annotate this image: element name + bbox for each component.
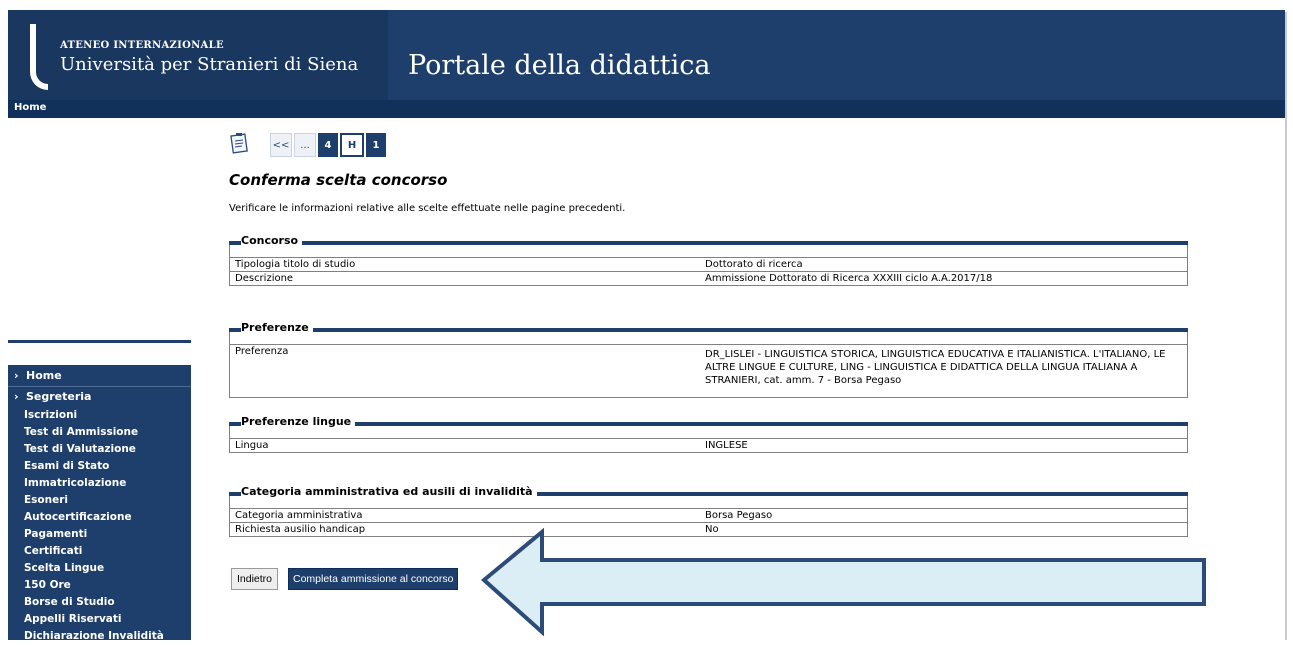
sidebar-item-test-valutazione[interactable]: Test di Valutazione — [8, 441, 191, 458]
checklist-icon — [230, 133, 248, 154]
table-spacer — [230, 496, 1187, 509]
table-row: Tipologia titolo di studio Dottorato di … — [230, 258, 1187, 272]
sidebar-login-area — [8, 343, 191, 366]
sidebar-item-home[interactable]: Home — [8, 366, 191, 387]
sidebar-item-pagamenti[interactable]: Pagamenti — [8, 526, 191, 543]
sidebar-section-segreteria[interactable]: Segreteria — [8, 387, 191, 407]
sidebar-item-esami-stato[interactable]: Esami di Stato — [8, 458, 191, 475]
lingue-table: Lingua INGLESE — [229, 426, 1188, 453]
page-title: Conferma scelta concorso — [229, 171, 448, 189]
sidebar-item-dichiarazione-invalidita[interactable]: Dichiarazione Invalidità — [8, 628, 191, 645]
ateneo-label: ATENEO INTERNAZIONALE — [60, 40, 224, 51]
sidebar-item-iscrizioni[interactable]: Iscrizioni — [8, 407, 191, 424]
portal-title: Portale della didattica — [408, 50, 711, 81]
wizard-step-4[interactable]: 4 — [318, 133, 338, 157]
sidebar-menu: Home Segreteria Iscrizioni Test di Ammis… — [8, 366, 191, 642]
wizard-step-h: H — [340, 133, 364, 157]
sidebar-item-borse-studio[interactable]: Borse di Studio — [8, 594, 191, 611]
university-name[interactable]: Università per Stranieri di Siena — [60, 54, 358, 75]
back-button[interactable]: Indietro — [231, 568, 279, 590]
page-intro: Verificare le informazioni relative alle… — [229, 203, 626, 214]
row-label: Tipologia titolo di studio — [235, 259, 356, 270]
breadcrumb-home-link[interactable]: Home — [14, 102, 46, 113]
row-label: Categoria amministrativa — [235, 510, 363, 521]
sidebar-item-150-ore[interactable]: 150 Ore — [8, 577, 191, 594]
top-margin — [0, 0, 1293, 10]
university-logo-icon — [30, 24, 48, 90]
breadcrumb-bar: Home — [8, 100, 1285, 118]
header-diagonal — [358, 10, 388, 100]
table-row: Categoria amministrativa Borsa Pegaso — [230, 509, 1187, 523]
table-row: Preferenza DR_LISLEI - LINGUISTICA STORI… — [230, 345, 1187, 397]
wizard-first-step[interactable]: << — [270, 133, 292, 157]
sidebar-item-appelli-riservati[interactable]: Appelli Riservati — [8, 611, 191, 628]
row-value: INGLESE — [705, 440, 748, 451]
table-spacer — [230, 426, 1187, 439]
table-spacer — [230, 245, 1187, 258]
row-value: Ammissione Dottorato di Ricerca XXXIII c… — [705, 273, 993, 284]
page-scrollbar[interactable] — [1285, 12, 1287, 640]
sidebar-item-certificati[interactable]: Certificati — [8, 543, 191, 560]
table-spacer — [230, 332, 1187, 345]
row-value: Dottorato di ricerca — [705, 259, 803, 270]
site-header: ATENEO INTERNAZIONALE Università per Str… — [8, 10, 1285, 100]
row-value: Borsa Pegaso — [705, 510, 773, 521]
row-value: DR_LISLEI - LINGUISTICA STORICA, LINGUIS… — [705, 349, 1166, 386]
row-label: Preferenza — [235, 346, 289, 357]
wizard-ellipsis: ... — [294, 133, 316, 157]
preferenze-table: Preferenza DR_LISLEI - LINGUISTICA STORI… — [229, 332, 1188, 398]
sidebar-item-test-ammissione[interactable]: Test di Ammissione — [8, 424, 191, 441]
sidebar-item-esoneri[interactable]: Esoneri — [8, 492, 191, 509]
sidebar-item-autocertificazione[interactable]: Autocertificazione — [8, 509, 191, 526]
table-row: Descrizione Ammissione Dottorato di Rice… — [230, 272, 1187, 285]
complete-admission-button[interactable]: Completa ammissione al concorso — [288, 568, 459, 590]
table-row: Lingua INGLESE — [230, 439, 1187, 452]
sidebar-item-scelta-lingue[interactable]: Scelta Lingue — [8, 560, 191, 577]
left-arrow-annotation — [480, 528, 1206, 636]
wizard-step-1[interactable]: 1 — [366, 133, 386, 157]
sidebar-item-immatricolazione[interactable]: Immatricolazione — [8, 475, 191, 492]
row-label: Lingua — [235, 440, 269, 451]
row-label: Descrizione — [235, 273, 294, 284]
concorso-table: Tipologia titolo di studio Dottorato di … — [229, 245, 1188, 286]
